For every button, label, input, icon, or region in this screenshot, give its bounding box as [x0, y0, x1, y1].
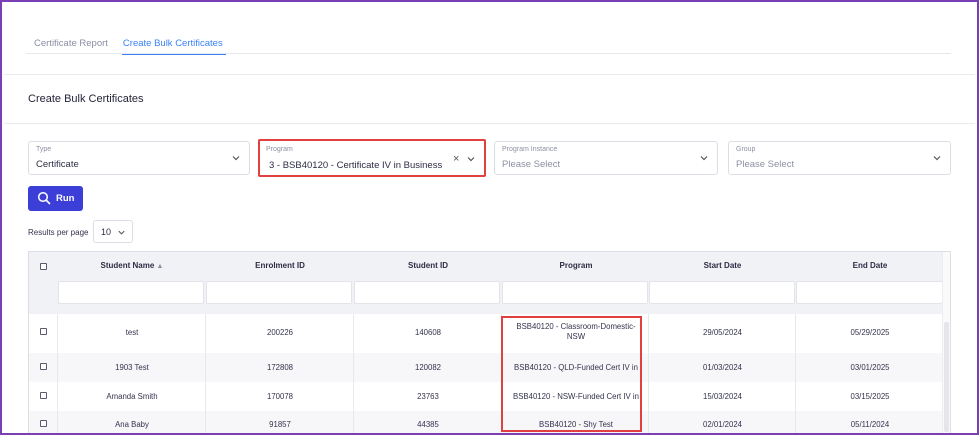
column-divider [57, 314, 58, 433]
chevron-down-icon [700, 156, 708, 161]
results-per-page-select[interactable]: 10 [93, 220, 133, 243]
type-label: Type [36, 146, 52, 153]
cell-student-id: 23763 [417, 392, 439, 401]
cell-enrolment-id: 200226 [266, 328, 294, 337]
column-header-end-date[interactable]: End Date [796, 261, 944, 270]
start-date-filter-input[interactable] [649, 281, 795, 304]
tab-bar: Certificate Report Create Bulk Certifica… [26, 32, 951, 55]
tab-create-bulk-certificates[interactable]: Create Bulk Certificates [115, 32, 230, 55]
chevron-down-icon [232, 156, 240, 161]
cell-end-date: 05/11/2024 [850, 420, 890, 429]
table-header: Student Name ▲ Enrolment ID Student ID P… [29, 252, 944, 314]
column-divider [205, 314, 206, 433]
row-checkbox[interactable] [40, 420, 47, 427]
table-row[interactable]: Ana Baby 91857 44385 BSB40120 - Shy Test… [29, 411, 944, 433]
column-header-enrolment-id[interactable]: Enrolment ID [206, 261, 354, 270]
select-all-checkbox[interactable] [40, 263, 47, 270]
program-column-highlight [501, 316, 642, 432]
cell-start-date: 15/03/2024 [702, 392, 743, 401]
cell-student-name: 1903 Test [115, 363, 149, 372]
tab-certificate-report[interactable]: Certificate Report [26, 32, 115, 54]
chevron-down-icon [467, 157, 475, 162]
cell-end-date: 03/15/2025 [850, 392, 890, 401]
page-title: Create Bulk Certificates [28, 93, 144, 105]
program-label: Program [266, 146, 293, 153]
enrolment-id-filter-input[interactable] [206, 281, 352, 304]
cell-end-date: 03/01/2025 [850, 363, 890, 372]
type-select[interactable]: Type Certificate [28, 141, 250, 175]
cell-student-id: 44385 [417, 420, 439, 429]
student-name-filter-input[interactable] [58, 281, 204, 304]
group-placeholder: Please Select [736, 159, 795, 170]
column-header-start-date[interactable]: Start Date [649, 261, 796, 270]
search-icon [37, 191, 51, 205]
cell-student-id: 120082 [414, 363, 442, 372]
program-instance-select[interactable]: Program Instance Please Select [494, 141, 718, 175]
cell-enrolment-id: 170078 [266, 392, 294, 401]
scrollbar-thumb[interactable] [944, 322, 949, 432]
column-header-student-name[interactable]: Student Name ▲ [58, 261, 206, 270]
cell-end-date: 05/29/2025 [850, 328, 890, 337]
column-header-program[interactable]: Program [502, 261, 650, 270]
results-table: Student Name ▲ Enrolment ID Student ID P… [28, 251, 951, 433]
group-label: Group [736, 146, 756, 153]
column-divider [795, 314, 796, 433]
cell-start-date: 01/03/2024 [702, 363, 743, 372]
cell-enrolment-id: 172808 [266, 363, 294, 372]
type-value: Certificate [36, 159, 79, 170]
table-row[interactable]: 1903 Test 172808 120082 BSB40120 - QLD-F… [29, 353, 944, 382]
row-checkbox[interactable] [40, 392, 47, 399]
table-row[interactable]: Amanda Smith 170078 23763 BSB40120 - NSW… [29, 382, 944, 411]
app-frame: Certificate Report Create Bulk Certifica… [0, 0, 979, 435]
run-label: Run [56, 193, 75, 204]
column-header-student-id[interactable]: Student ID [354, 261, 502, 270]
program-value: 3 - BSB40120 - Certificate IV in Busines… [269, 160, 443, 171]
divider [4, 74, 975, 75]
cell-student-id: 140608 [414, 328, 442, 337]
results-per-page-value: 10 [101, 227, 112, 237]
cell-enrolment-id: 91857 [269, 420, 291, 429]
cell-student-name: Amanda Smith [106, 392, 158, 401]
table-row[interactable]: test 200226 140608 BSB40120 - Classroom-… [29, 314, 944, 353]
cell-start-date: 02/01/2024 [702, 420, 743, 429]
clear-icon[interactable]: × [453, 154, 462, 165]
chevron-down-icon [118, 230, 125, 235]
group-select[interactable]: Group Please Select [728, 141, 951, 175]
column-divider [353, 314, 354, 433]
cell-student-name: Ana Baby [115, 420, 149, 429]
student-id-filter-input[interactable] [354, 281, 500, 304]
table-scrollbar[interactable] [942, 252, 950, 433]
sort-asc-icon: ▲ [156, 263, 164, 270]
end-date-filter-input[interactable] [796, 281, 943, 304]
row-checkbox[interactable] [40, 328, 47, 335]
column-header-label: Student Name [100, 261, 155, 270]
row-checkbox[interactable] [40, 363, 47, 370]
divider [4, 123, 975, 124]
program-instance-placeholder: Please Select [502, 159, 561, 170]
column-divider [648, 314, 649, 433]
program-filter-input[interactable] [502, 281, 648, 304]
chevron-down-icon [933, 156, 941, 161]
program-instance-label: Program Instance [502, 146, 558, 153]
cell-student-name: test [125, 328, 139, 337]
cell-start-date: 29/05/2024 [702, 328, 743, 337]
program-select[interactable]: Program 3 - BSB40120 - Certificate IV in… [258, 139, 486, 177]
results-per-page-label: Results per page [28, 228, 89, 237]
run-button[interactable]: Run [28, 186, 83, 211]
